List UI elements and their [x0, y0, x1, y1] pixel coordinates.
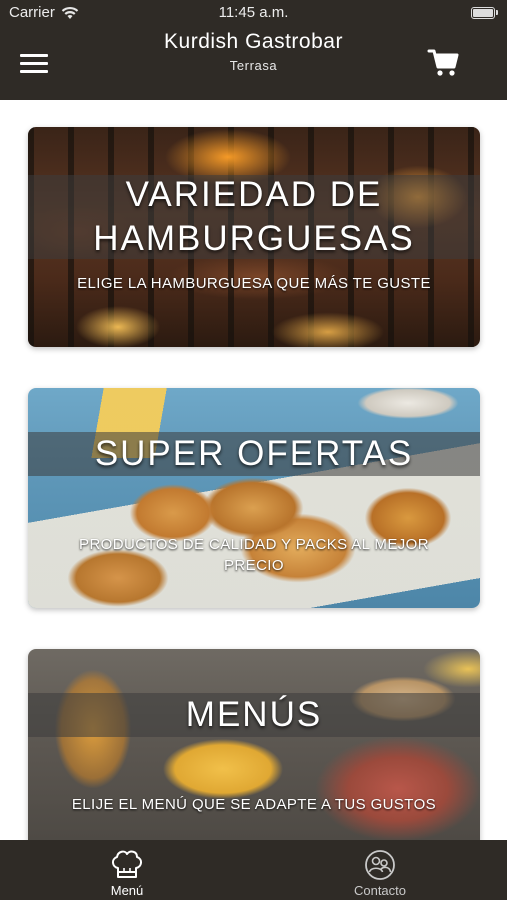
header-titles: Kurdish Gastrobar Terrasa: [100, 30, 407, 73]
battery-tip: [496, 10, 498, 15]
menu-line-icon: [20, 62, 48, 65]
cart-button[interactable]: [425, 44, 461, 80]
contact-people-icon: [365, 850, 395, 880]
card-subtitle: PRECIO: [224, 557, 284, 574]
card-title: SUPER OFERTAS: [94, 434, 414, 473]
battery-icon: [471, 7, 495, 19]
status-time: 11:45 a.m.: [218, 4, 289, 21]
hamburger-menu-button[interactable]: [14, 46, 54, 80]
tab-menu[interactable]: Menú: [57, 840, 197, 900]
card-subtitle: ELIGE LA HAMBURGUESA QUE MÁS TE GUSTE: [77, 275, 431, 292]
location-subtitle: Terrasa: [229, 58, 278, 73]
chef-hat-icon: [112, 850, 142, 878]
category-card-menus[interactable]: MENÚS ELIJE EL MENÚ QUE SE ADAPTE A TUS …: [28, 649, 480, 840]
tab-label: Contacto: [353, 883, 407, 898]
category-list: VARIEDAD DE HAMBURGUESAS ELIGE LA HAMBUR…: [0, 100, 507, 840]
status-bar: Carrier 11:45 a.m.: [0, 0, 507, 28]
menu-line-icon: [20, 54, 48, 57]
header-bar: Carrier 11:45 a.m. Kurdish Gastrobar Ter…: [0, 0, 507, 100]
category-card-offers[interactable]: SUPER OFERTAS PRODUCTOS DE CALIDAD Y PAC…: [28, 388, 480, 608]
card-title: VARIEDAD DE: [125, 175, 383, 214]
app-screen: Carrier 11:45 a.m. Kurdish Gastrobar Ter…: [0, 0, 507, 900]
tab-label: Menú: [110, 883, 144, 898]
card-title: HAMBURGUESAS: [93, 219, 415, 258]
bottom-tab-bar: Menú Contacto: [0, 840, 507, 900]
category-card-burgers[interactable]: VARIEDAD DE HAMBURGUESAS ELIGE LA HAMBUR…: [28, 127, 480, 347]
shopping-cart-icon: [427, 49, 459, 76]
card-title: MENÚS: [185, 695, 323, 734]
menu-line-icon: [20, 70, 48, 73]
card-subtitle: PRODUCTOS DE CALIDAD Y PACKS AL MEJOR: [79, 536, 429, 553]
tab-contact[interactable]: Contacto: [310, 840, 450, 900]
app-title: Kurdish Gastrobar: [164, 30, 343, 53]
card-subtitle: ELIJE EL MENÚ QUE SE ADAPTE A TUS GUSTOS: [71, 796, 437, 813]
